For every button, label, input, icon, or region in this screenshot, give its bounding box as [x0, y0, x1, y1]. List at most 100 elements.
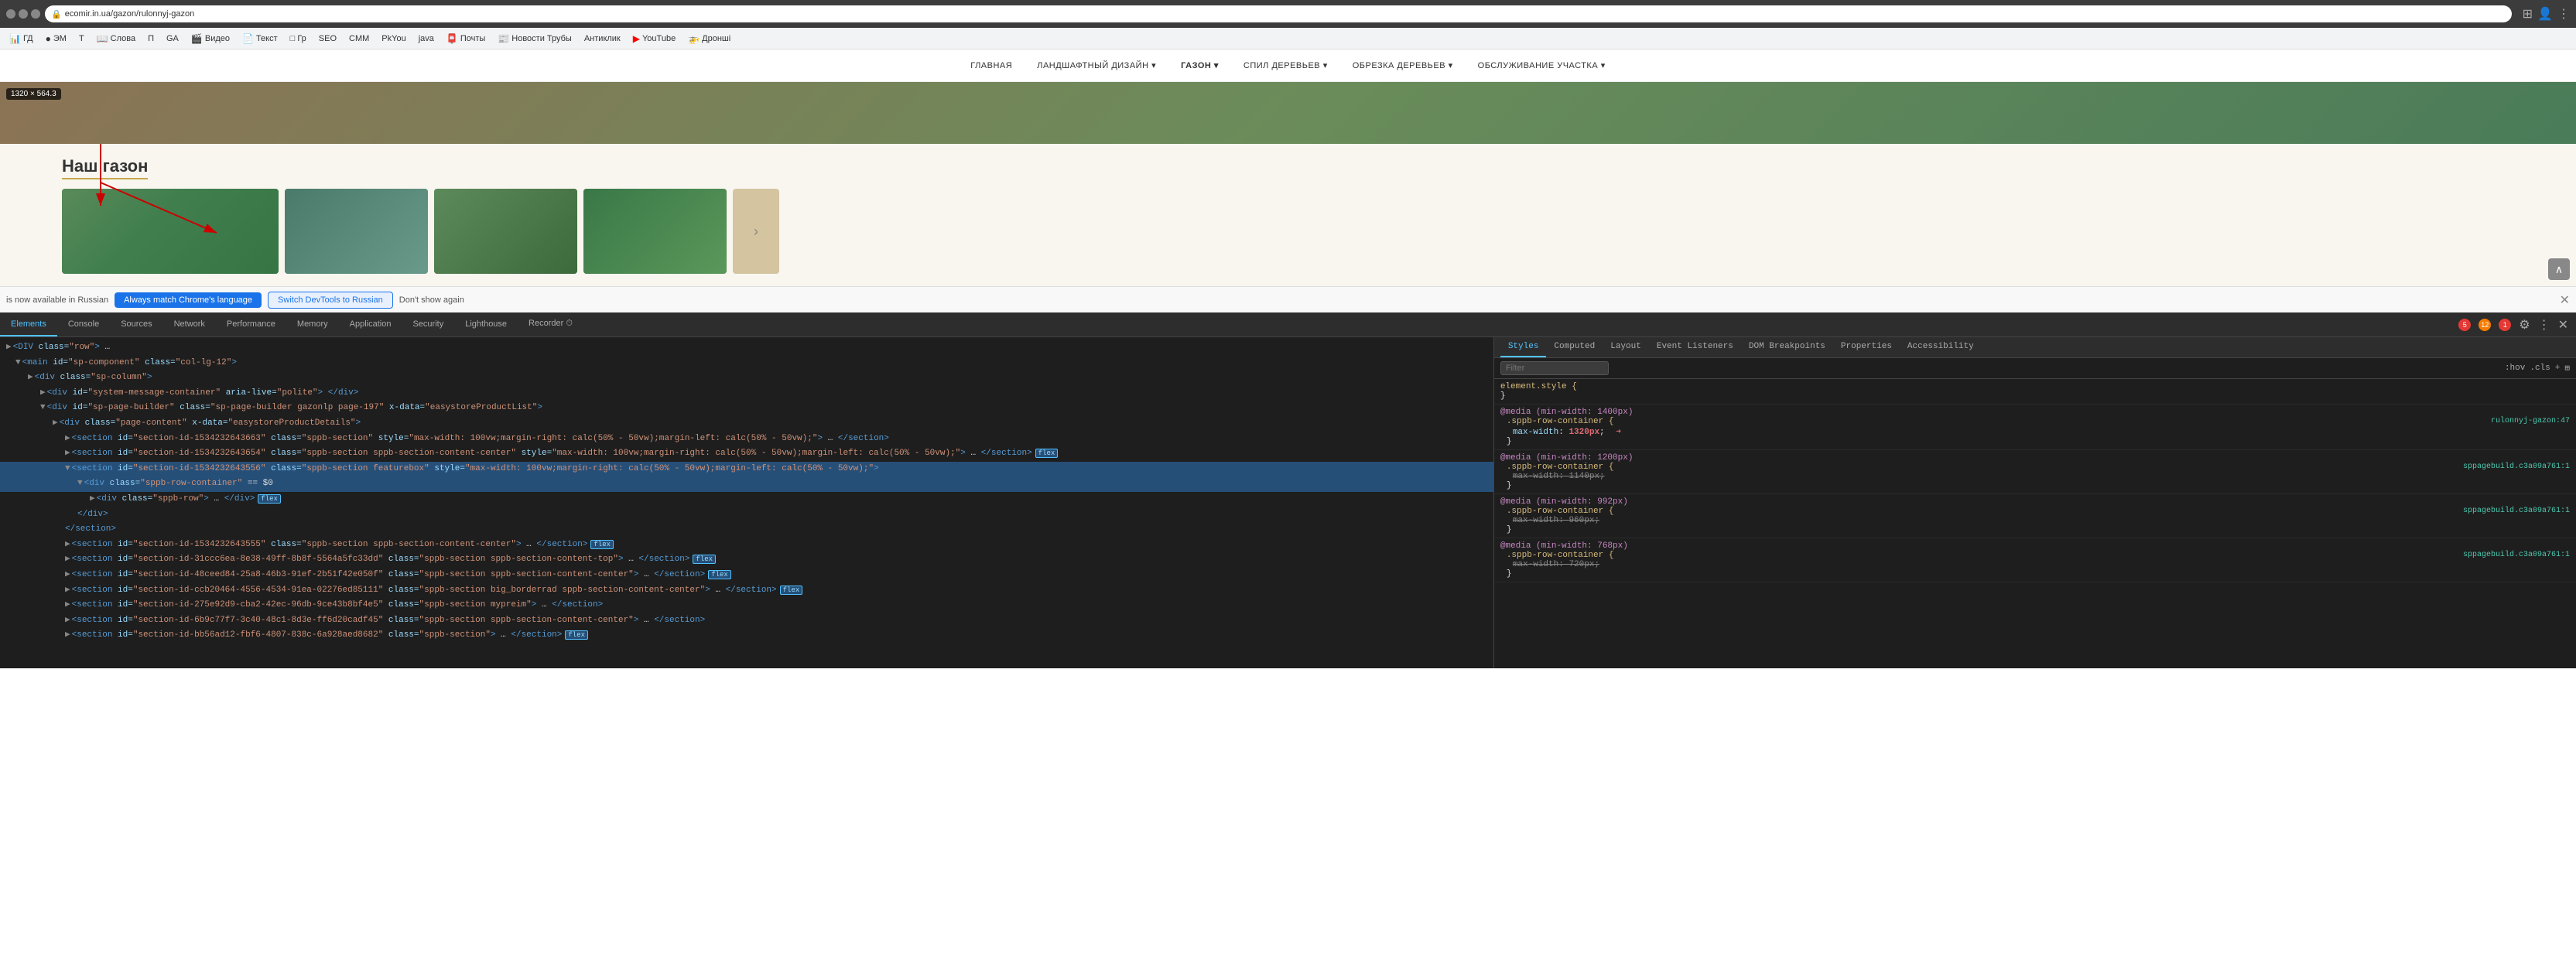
tab-memory[interactable]: Memory: [286, 312, 339, 336]
html-line-selected[interactable]: ▼<div class="sppb-row-container" == $0: [0, 476, 1493, 492]
html-line[interactable]: ▶<section id="section-id-275e92d9-cba2-4…: [0, 598, 1493, 613]
menu-icon[interactable]: ⋮: [2557, 6, 2570, 22]
image-gallery: ›: [62, 189, 2514, 274]
bookmark-text[interactable]: 📄Текст: [239, 32, 281, 46]
styles-tab-styles[interactable]: Styles: [1500, 337, 1547, 357]
html-line[interactable]: </section>: [0, 522, 1493, 538]
tab-sources[interactable]: Sources: [110, 312, 162, 336]
gallery-item-2[interactable]: [285, 189, 428, 274]
bookmark-slova[interactable]: 📖Слова: [94, 32, 139, 46]
styles-tab-accessibility[interactable]: Accessibility: [1900, 337, 1982, 357]
tab-elements[interactable]: Elements: [0, 312, 57, 336]
styles-tab-dom-breakpoints[interactable]: DOM Breakpoints: [1741, 337, 1833, 357]
styles-tab-properties[interactable]: Properties: [1833, 337, 1900, 357]
html-line[interactable]: ▼<div id="sp-page-builder" class="sp-pag…: [0, 401, 1493, 416]
styles-filter-input[interactable]: [1500, 361, 1609, 375]
bookmark-java[interactable]: java: [416, 32, 437, 45]
class-toggle[interactable]: .cls: [2530, 364, 2550, 373]
devtools-tabs: Elements Console Sources Network Perform…: [0, 312, 583, 336]
html-line[interactable]: ▶<div class="sp-column">: [0, 370, 1493, 386]
html-line[interactable]: ▶<section id="section-id-1534232643555" …: [0, 538, 1493, 553]
gallery-more[interactable]: ›: [733, 189, 779, 274]
address-bar[interactable]: 🔒 ecomir.in.ua/gazon/rulonnyj-gazon: [45, 5, 2512, 22]
bookmark-pkyou[interactable]: PkYou: [378, 32, 409, 45]
html-line[interactable]: ▶<section id="section-id-6b9c77f7-3c40-4…: [0, 613, 1493, 629]
scroll-top-button[interactable]: ∧: [2548, 258, 2570, 280]
nav-landscape[interactable]: ЛАНДШАФТНЫЙ ДИЗАЙН ▾: [1037, 60, 1156, 70]
extensions-icon[interactable]: ⊞: [2523, 6, 2533, 22]
url-text: ecomir.in.ua/gazon/rulonnyj-gazon: [65, 9, 195, 19]
tab-application[interactable]: Application: [339, 312, 402, 336]
html-line[interactable]: ▶<section id="section-id-1534232643654" …: [0, 446, 1493, 462]
bookmark-video[interactable]: 🎬Видео: [188, 32, 233, 46]
styles-tab-computed[interactable]: Computed: [1546, 337, 1603, 357]
dimension-tooltip: 1320 × 564.3: [6, 88, 61, 100]
tab-console[interactable]: Console: [57, 312, 110, 336]
bookmark-novosti[interactable]: 📰Новости Трубы: [494, 32, 575, 46]
html-line[interactable]: ▶<section id="section-id-31ccc6ea-8e38-4…: [0, 552, 1493, 568]
tab-lighthouse[interactable]: Lighthouse: [454, 312, 518, 336]
html-line-selected[interactable]: ▼<section id="section-id-1534232643556" …: [0, 462, 1493, 477]
html-line[interactable]: ▶<div id="system-message-container" aria…: [0, 386, 1493, 401]
bookmark-dronshi[interactable]: 🚁Дронші: [685, 32, 734, 46]
nav-spil[interactable]: СПИЛ ДЕРЕВЬЕВ ▾: [1244, 60, 1328, 70]
styles-panel: Styles Computed Layout Event Listeners D…: [1494, 337, 2576, 668]
bookmark-em[interactable]: ●ЭМ: [43, 32, 70, 46]
nav-obsluzhivanie[interactable]: ОБСЛУЖИВАНИЕ УЧАСТКА ▾: [1478, 60, 1606, 70]
bookmark-gd[interactable]: 📊ГД: [6, 32, 36, 46]
bookmark-pochty[interactable]: 📮Почты: [443, 32, 488, 46]
elements-panel[interactable]: ▶<DIV class="row"> … ▼<main id="sp-compo…: [0, 337, 1494, 668]
language-notification-text: is now available in Russian: [6, 295, 108, 305]
html-line[interactable]: ▶<section id="section-id-bb56ad12-fbf6-4…: [0, 628, 1493, 644]
styles-filter-options: :hov .cls + ⊞: [2505, 363, 2570, 374]
always-match-language-button[interactable]: Always match Chrome's language: [115, 292, 262, 308]
window-dot: [6, 9, 15, 19]
tab-performance[interactable]: Performance: [216, 312, 286, 336]
info-count-badge: 1: [2499, 319, 2511, 331]
html-line[interactable]: ▶<div class="page-content" x-data="easys…: [0, 416, 1493, 432]
profile-icon[interactable]: 👤: [2537, 6, 2553, 22]
tab-recorder[interactable]: Recorder ⏱: [518, 312, 583, 336]
page-title: Наш газон: [62, 156, 148, 179]
new-style-icon[interactable]: ⊞: [2564, 363, 2570, 374]
bookmark-seo[interactable]: SEO: [316, 32, 340, 45]
bookmark-youtube[interactable]: ▶YouTube: [630, 32, 679, 46]
css-rule-media-1400: @media (min-width: 1400px) .sppb-row-con…: [1494, 405, 2576, 450]
html-line[interactable]: </div>: [0, 507, 1493, 523]
html-line[interactable]: ▼<main id="sp-component" class="col-lg-1…: [0, 356, 1493, 371]
bookmark-antiklik[interactable]: Антиклик: [581, 32, 624, 45]
close-devtools-icon[interactable]: ✕: [2558, 317, 2568, 333]
dont-show-again-button[interactable]: Don't show again: [399, 295, 464, 305]
bookmark-cmm[interactable]: CMM: [346, 32, 372, 45]
bookmark-p[interactable]: П: [145, 32, 157, 45]
gallery-item-1[interactable]: [62, 189, 279, 274]
html-line[interactable]: ▶<DIV class="row"> …: [0, 340, 1493, 356]
html-line[interactable]: ▶<section id="section-id-1534232643663" …: [0, 432, 1493, 447]
bookmark-ga[interactable]: GA: [163, 32, 182, 45]
close-notification-button[interactable]: ✕: [2560, 292, 2570, 308]
nav-glavnaya[interactable]: ГЛАВНАЯ: [970, 61, 1012, 70]
website-nav: ГЛАВНАЯ ЛАНДШАФТНЫЙ ДИЗАЙН ▾ ГАЗОН ▾ СПИ…: [0, 50, 2576, 82]
html-line[interactable]: ▶<div class="sppb-row"> … </div>flex: [0, 492, 1493, 507]
styles-tab-layout[interactable]: Layout: [1603, 337, 1649, 357]
styles-tab-event-listeners[interactable]: Event Listeners: [1649, 337, 1741, 357]
bookmark-t[interactable]: Т: [76, 32, 87, 45]
bookmark-gr[interactable]: □Гр: [287, 32, 310, 45]
html-line[interactable]: ▶<section id="section-id-ccb20464-4556-4…: [0, 583, 1493, 599]
gallery-item-3[interactable]: [434, 189, 577, 274]
hover-toggle[interactable]: :hov: [2505, 364, 2525, 373]
nav-obrezka[interactable]: ОБРЕЗКА ДЕРЕВЬЕВ ▾: [1353, 60, 1453, 70]
tab-network[interactable]: Network: [163, 312, 216, 336]
window-dot: [19, 9, 28, 19]
nav-gazon[interactable]: ГАЗОН ▾: [1181, 60, 1219, 70]
add-rule-icon[interactable]: +: [2555, 364, 2561, 373]
tab-security[interactable]: Security: [402, 312, 454, 336]
switch-devtools-language-button[interactable]: Switch DevTools to Russian: [268, 292, 393, 309]
overflow-icon[interactable]: ⋮: [2538, 317, 2550, 333]
devtools-topbar: Elements Console Sources Network Perform…: [0, 312, 2576, 337]
gallery-item-4[interactable]: [583, 189, 727, 274]
devtools-toolbar-icons: 5 12 1 ⚙ ⋮ ✕: [2458, 317, 2576, 333]
settings-icon[interactable]: ⚙: [2519, 317, 2530, 333]
vpn-icon: 🔒: [51, 9, 62, 19]
html-line[interactable]: ▶<section id="section-id-48ceed84-25a8-4…: [0, 568, 1493, 583]
